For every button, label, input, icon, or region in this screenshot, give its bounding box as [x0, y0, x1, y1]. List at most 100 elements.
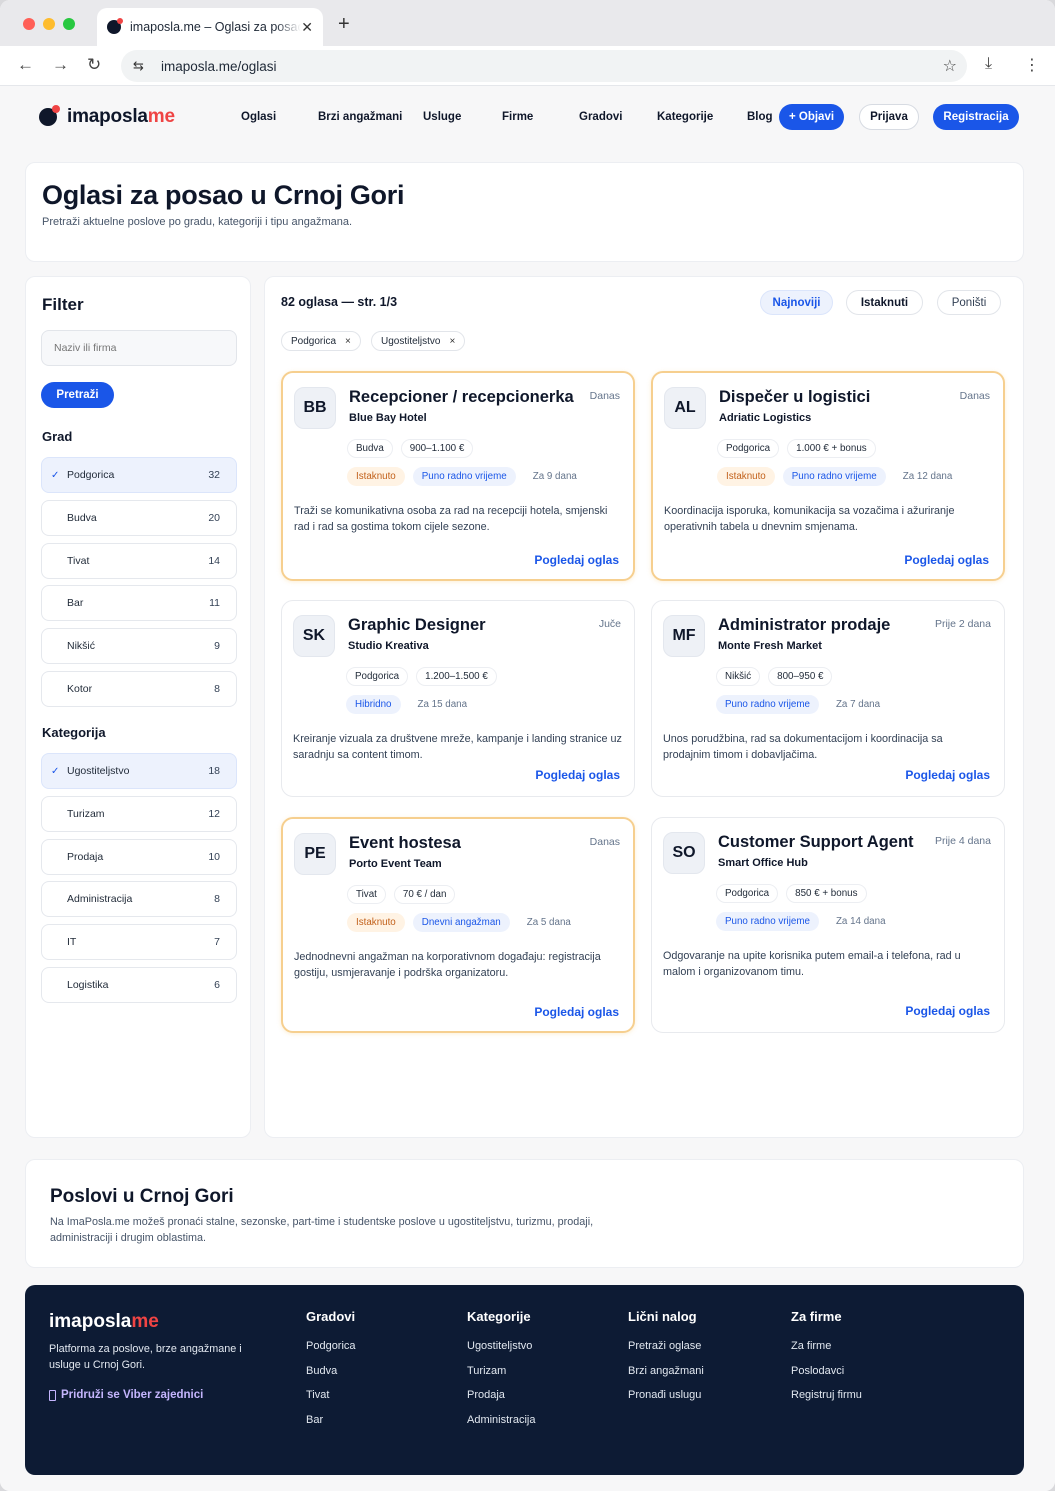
city-filter-budva[interactable]: Budva 20: [41, 499, 237, 536]
tab-close-icon[interactable]: ✕: [301, 19, 313, 36]
city-filter-niksic[interactable]: Nikšić 9: [41, 628, 237, 665]
city-filter-kotor[interactable]: Kotor 8: [41, 671, 237, 707]
sort-newest-button[interactable]: Najnoviji: [760, 290, 833, 315]
category-filter-turizam[interactable]: Turizam 12: [41, 795, 237, 832]
new-tab-icon[interactable]: +: [338, 13, 350, 36]
salary-tag: 800–950 €: [768, 667, 833, 686]
page-subtitle: Pretraži aktuelne poslove po gradu, kate…: [42, 216, 353, 228]
nav-gradovi[interactable]: Gradovi: [579, 111, 622, 123]
footer-link-ugostiteljstvo[interactable]: Ugostiteljstvo: [467, 1334, 535, 1359]
deadline-badge: Za 15 dana: [408, 695, 477, 714]
results-summary: 82 oglasa — str. 1/3: [281, 295, 398, 309]
job-description: Odgovaranje na upite korisnika putem ema…: [663, 950, 961, 978]
sort-featured-button[interactable]: Istaknuti: [846, 290, 923, 315]
search-button[interactable]: Pretraži: [41, 382, 114, 408]
company-avatar: MF: [663, 615, 705, 657]
menu-dots-icon[interactable]: ⋮: [1024, 55, 1040, 75]
remove-chip-icon[interactable]: ×: [449, 336, 455, 347]
job-title[interactable]: Administrator prodaje: [718, 616, 890, 635]
back-arrow-icon[interactable]: ←: [17, 55, 34, 75]
login-button[interactable]: Prijava: [859, 104, 919, 130]
browser-tab[interactable]: imaposla.me – Oglasi za posao u Crnoj Go…: [97, 8, 323, 46]
job-card[interactable]: SK Graphic Designer Studio Kreativa Juče Pod…: [281, 600, 635, 797]
category-filter-label: IT: [67, 936, 77, 949]
nav-usluge[interactable]: Usluge: [423, 111, 461, 123]
active-filter-chip[interactable]: Podgorica ×: [281, 331, 361, 351]
job-title[interactable]: Event hostesa: [349, 834, 461, 853]
footer-link-budva[interactable]: Budva: [306, 1359, 356, 1384]
maximize-window-button[interactable]: [63, 18, 75, 30]
active-filter-chip[interactable]: Ugostiteljstvo ×: [371, 331, 466, 351]
company-name: Smart Office Hub: [718, 857, 808, 869]
view-job-link[interactable]: Pogledaj oglas: [905, 768, 990, 782]
view-job-link[interactable]: Pogledaj oglas: [904, 553, 989, 567]
bookmark-star-icon[interactable]: ☆: [943, 56, 957, 76]
footer-link-podgorica[interactable]: Podgorica: [306, 1334, 356, 1359]
city-filter-label: Tivat: [67, 554, 90, 567]
city-tag: Podgorica: [716, 884, 779, 903]
city-filter-count: 8: [214, 683, 220, 695]
footer-link-tivat[interactable]: Tivat: [306, 1383, 356, 1408]
job-card[interactable]: SO Customer Support Agent Smart Office Hub…: [651, 817, 1005, 1033]
job-type-badge: Hibridno: [346, 695, 401, 714]
category-filter-administracija[interactable]: Administracija 8: [41, 881, 237, 918]
deadline-badge: Za 7 dana: [826, 695, 890, 714]
footer-link-brzi-angazmani[interactable]: Brzi angažmani: [628, 1359, 704, 1384]
check-icon: ✓: [51, 469, 60, 481]
nav-firme[interactable]: Firme: [502, 111, 533, 123]
url-text[interactable]: imaposla.me/oglasi: [161, 59, 277, 74]
close-window-button[interactable]: [23, 18, 35, 30]
nav-brzi-angazmani[interactable]: Brzi angažmani: [318, 111, 402, 123]
view-job-link[interactable]: Pogledaj oglas: [905, 1004, 990, 1018]
view-job-link[interactable]: Pogledaj oglas: [534, 553, 619, 567]
view-job-link[interactable]: Pogledaj oglas: [535, 768, 620, 782]
reset-filters-button[interactable]: Poništi: [937, 290, 1001, 315]
footer-link-za-firme[interactable]: Za firme: [791, 1334, 862, 1359]
post-job-button[interactable]: + Objavi: [779, 104, 844, 130]
search-input[interactable]: [41, 330, 237, 366]
job-title[interactable]: Recepcioner / recepcionerka: [349, 388, 574, 407]
remove-chip-icon[interactable]: ×: [345, 336, 351, 347]
category-filter-label: Prodaja: [67, 850, 104, 863]
city-filter-podgorica[interactable]: ✓ Podgorica 32: [41, 457, 237, 493]
footer-link-registruj-firmu[interactable]: Registruj firmu: [791, 1383, 862, 1408]
footer-link-administracija[interactable]: Administracija: [467, 1408, 535, 1433]
job-card[interactable]: PE Event hostesa Porto Event Team Danas Tiva…: [281, 817, 635, 1033]
category-filter-ugostiteljstvo[interactable]: ✓ Ugostiteljstvo 18: [41, 753, 237, 789]
viber-link[interactable]: Pridruži se Viber zajednici: [49, 1389, 203, 1401]
view-job-link[interactable]: Pogledaj oglas: [534, 1005, 619, 1019]
site-settings-icon[interactable]: ⇆: [133, 58, 149, 74]
footer-link-turizam[interactable]: Turizam: [467, 1359, 535, 1384]
logo-dot-icon: [39, 105, 60, 126]
footer-tagline: Platforma za poslove, brze angažmane i u…: [49, 1343, 242, 1371]
category-filter-label: Administracija: [67, 893, 133, 906]
footer-logo[interactable]: imaposlame: [49, 1311, 159, 1333]
minimize-window-button[interactable]: [43, 18, 55, 30]
register-button[interactable]: Registracija: [933, 104, 1019, 130]
job-card[interactable]: AL Dispečer u logistici Adriatic Logistics…: [651, 371, 1005, 581]
city-filter-bar[interactable]: Bar 11: [41, 585, 237, 622]
site-logo[interactable]: imaposlame: [39, 105, 175, 128]
download-icon[interactable]: ⤓: [985, 55, 992, 73]
forward-arrow-icon[interactable]: →: [52, 55, 69, 75]
category-filter-it[interactable]: IT 7: [41, 924, 237, 961]
job-title[interactable]: Customer Support Agent: [718, 833, 914, 852]
job-card[interactable]: MF Administrator prodaje Monte Fresh Marke…: [651, 600, 1005, 797]
city-filter-tivat[interactable]: Tivat 14: [41, 542, 237, 579]
footer-link-pretrazi-oglase[interactable]: Pretraži oglase: [628, 1334, 704, 1359]
footer-link-prona-i-uslugu[interactable]: Pronađi uslugu: [628, 1383, 704, 1408]
footer-link-poslodavci[interactable]: Poslodavci: [791, 1359, 862, 1384]
job-title[interactable]: Graphic Designer: [348, 616, 486, 635]
category-filter-prodaja[interactable]: Prodaja 10: [41, 838, 237, 875]
nav-blog[interactable]: Blog: [747, 111, 773, 123]
job-title[interactable]: Dispečer u logistici: [719, 388, 870, 407]
nav-oglasi[interactable]: Oglasi: [241, 111, 276, 123]
nav-kategorije[interactable]: Kategorije: [657, 111, 713, 123]
category-filter-logistika[interactable]: Logistika 6: [41, 967, 237, 1003]
footer-link-prodaja[interactable]: Prodaja: [467, 1383, 535, 1408]
job-card[interactable]: BB Recepcioner / recepcionerka Blue Bay Ho…: [281, 371, 635, 581]
reload-icon[interactable]: ↻: [87, 55, 101, 75]
footer-link-bar[interactable]: Bar: [306, 1408, 356, 1433]
deadline-badge: Za 9 dana: [523, 467, 586, 486]
address-bar[interactable]: ⇆ imaposla.me/oglasi ☆: [121, 50, 967, 82]
